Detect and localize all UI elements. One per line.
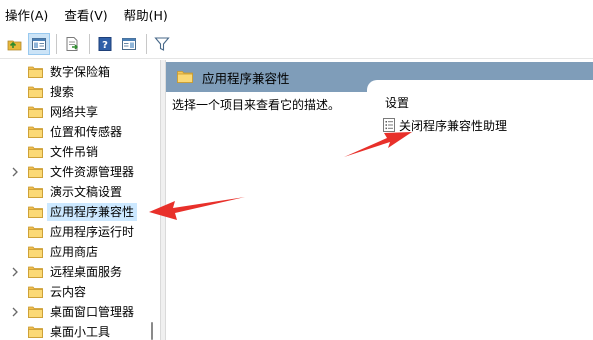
tree-item-label: 应用程序兼容性 (47, 203, 138, 221)
tree-item-label: 数字保险箱 (50, 65, 111, 79)
folder-icon (177, 71, 193, 83)
filter-button[interactable] (151, 33, 173, 55)
setting-item[interactable]: 关闭程序兼容性助理 (383, 116, 507, 134)
menu-action[interactable]: 操作(A) (5, 5, 48, 24)
menu-bar: 操作(A) 查看(V) 帮助(H) (0, 0, 593, 29)
tree-item[interactable]: 文件资源管理器 (0, 162, 160, 182)
folder-icon (28, 66, 43, 78)
folder-icon (28, 206, 43, 218)
up-folder-button[interactable] (4, 33, 26, 55)
tree-item-label: 搜索 (50, 85, 75, 99)
export-list-button[interactable] (61, 33, 83, 55)
chevron-right-icon[interactable] (10, 306, 20, 318)
tree-item[interactable]: 文件吊销 (0, 142, 160, 162)
tree-item[interactable]: 搜索 (0, 82, 160, 102)
tree-item-label: 位置和传感器 (50, 125, 123, 139)
toolbar-separator (146, 33, 147, 54)
tree-item[interactable]: 应用商店 (0, 242, 160, 262)
tree-item[interactable]: 数字保险箱 (0, 62, 160, 82)
folder-icon (28, 146, 43, 158)
scrollbar-thumb[interactable] (151, 322, 153, 340)
policy-setting-icon (383, 118, 395, 132)
setting-label: 关闭程序兼容性助理 (399, 118, 508, 133)
toolbar-separator (56, 33, 57, 54)
tree-item[interactable]: 位置和传感器 (0, 122, 160, 142)
toolbar-separator (89, 33, 90, 54)
settings-list: 设置 关闭程序兼容性助理 (367, 80, 593, 340)
details-pane: 应用程序兼容性 选择一个项目来查看它的描述。 设置 关闭程序兼容性助理 (166, 60, 593, 340)
navigation-tree: 数字保险箱搜索网络共享位置和传感器 文件吊销文件资源管理器 演示文稿设置应用程序兼容… (0, 60, 160, 340)
tree-item[interactable]: 云内容 (0, 282, 160, 302)
details-title: 应用程序兼容性 (202, 71, 290, 86)
show-hide-tree-icon (32, 37, 46, 50)
tree-item[interactable]: 应用程序运行时 (0, 222, 160, 242)
tree-scrollbar[interactable] (144, 60, 160, 340)
description-text: 选择一个项目来查看它的描述。 (172, 98, 341, 112)
folder-icon (28, 246, 43, 258)
chevron-right-icon[interactable] (10, 266, 20, 278)
tree-item-label: 远程桌面服务 (50, 265, 123, 279)
toolbar: ? (0, 29, 593, 59)
tree-item[interactable]: 远程桌面服务 (0, 262, 160, 282)
folder-icon (28, 126, 43, 138)
tree-item-label: 网络共享 (50, 105, 99, 119)
folder-icon (28, 226, 43, 238)
filter-icon (154, 36, 170, 51)
help-button[interactable]: ? (94, 33, 116, 55)
tree-item[interactable]: 应用程序兼容性 (0, 202, 160, 222)
column-header-setting[interactable]: 设置 (385, 94, 409, 111)
folder-icon (28, 86, 43, 98)
help-icon: ? (98, 36, 112, 51)
tree-item[interactable]: 网络共享 (0, 102, 160, 122)
tree-item-label: 桌面小工具 (50, 325, 111, 339)
tree-item[interactable]: 演示文稿设置 (0, 182, 160, 202)
tree-item-label: 演示文稿设置 (50, 185, 123, 199)
details-body: 选择一个项目来查看它的描述。 设置 关闭程序兼容性助理 (166, 80, 593, 340)
tree-item[interactable]: 桌面窗口管理器 (0, 302, 160, 322)
tree-item[interactable]: 桌面小工具 (0, 322, 160, 340)
menu-view[interactable]: 查看(V) (64, 5, 107, 24)
folder-icon (28, 106, 43, 118)
folder-icon (28, 266, 43, 278)
up-folder-icon (7, 40, 22, 50)
folder-icon (28, 286, 43, 298)
folder-icon (28, 186, 43, 198)
folder-icon (28, 306, 43, 318)
tree-item-label: 文件资源管理器 (50, 165, 135, 179)
tree-item-label: 文件吊销 (50, 145, 99, 159)
menu-help[interactable]: 帮助(H) (124, 5, 168, 24)
tree-item-label: 桌面窗口管理器 (50, 305, 135, 319)
show-hide-tree-button[interactable] (28, 32, 50, 55)
svg-text:?: ? (102, 40, 108, 51)
tree-item-label: 应用商店 (50, 245, 99, 259)
tree-item-label: 应用程序运行时 (50, 225, 135, 239)
tree-item-label: 云内容 (50, 285, 87, 299)
properties-pane-icon (122, 37, 136, 50)
chevron-right-icon[interactable] (10, 166, 20, 178)
folder-icon (28, 166, 43, 178)
properties-pane-button[interactable] (118, 33, 140, 55)
folder-icon (28, 326, 43, 338)
export-list-icon (66, 36, 78, 51)
